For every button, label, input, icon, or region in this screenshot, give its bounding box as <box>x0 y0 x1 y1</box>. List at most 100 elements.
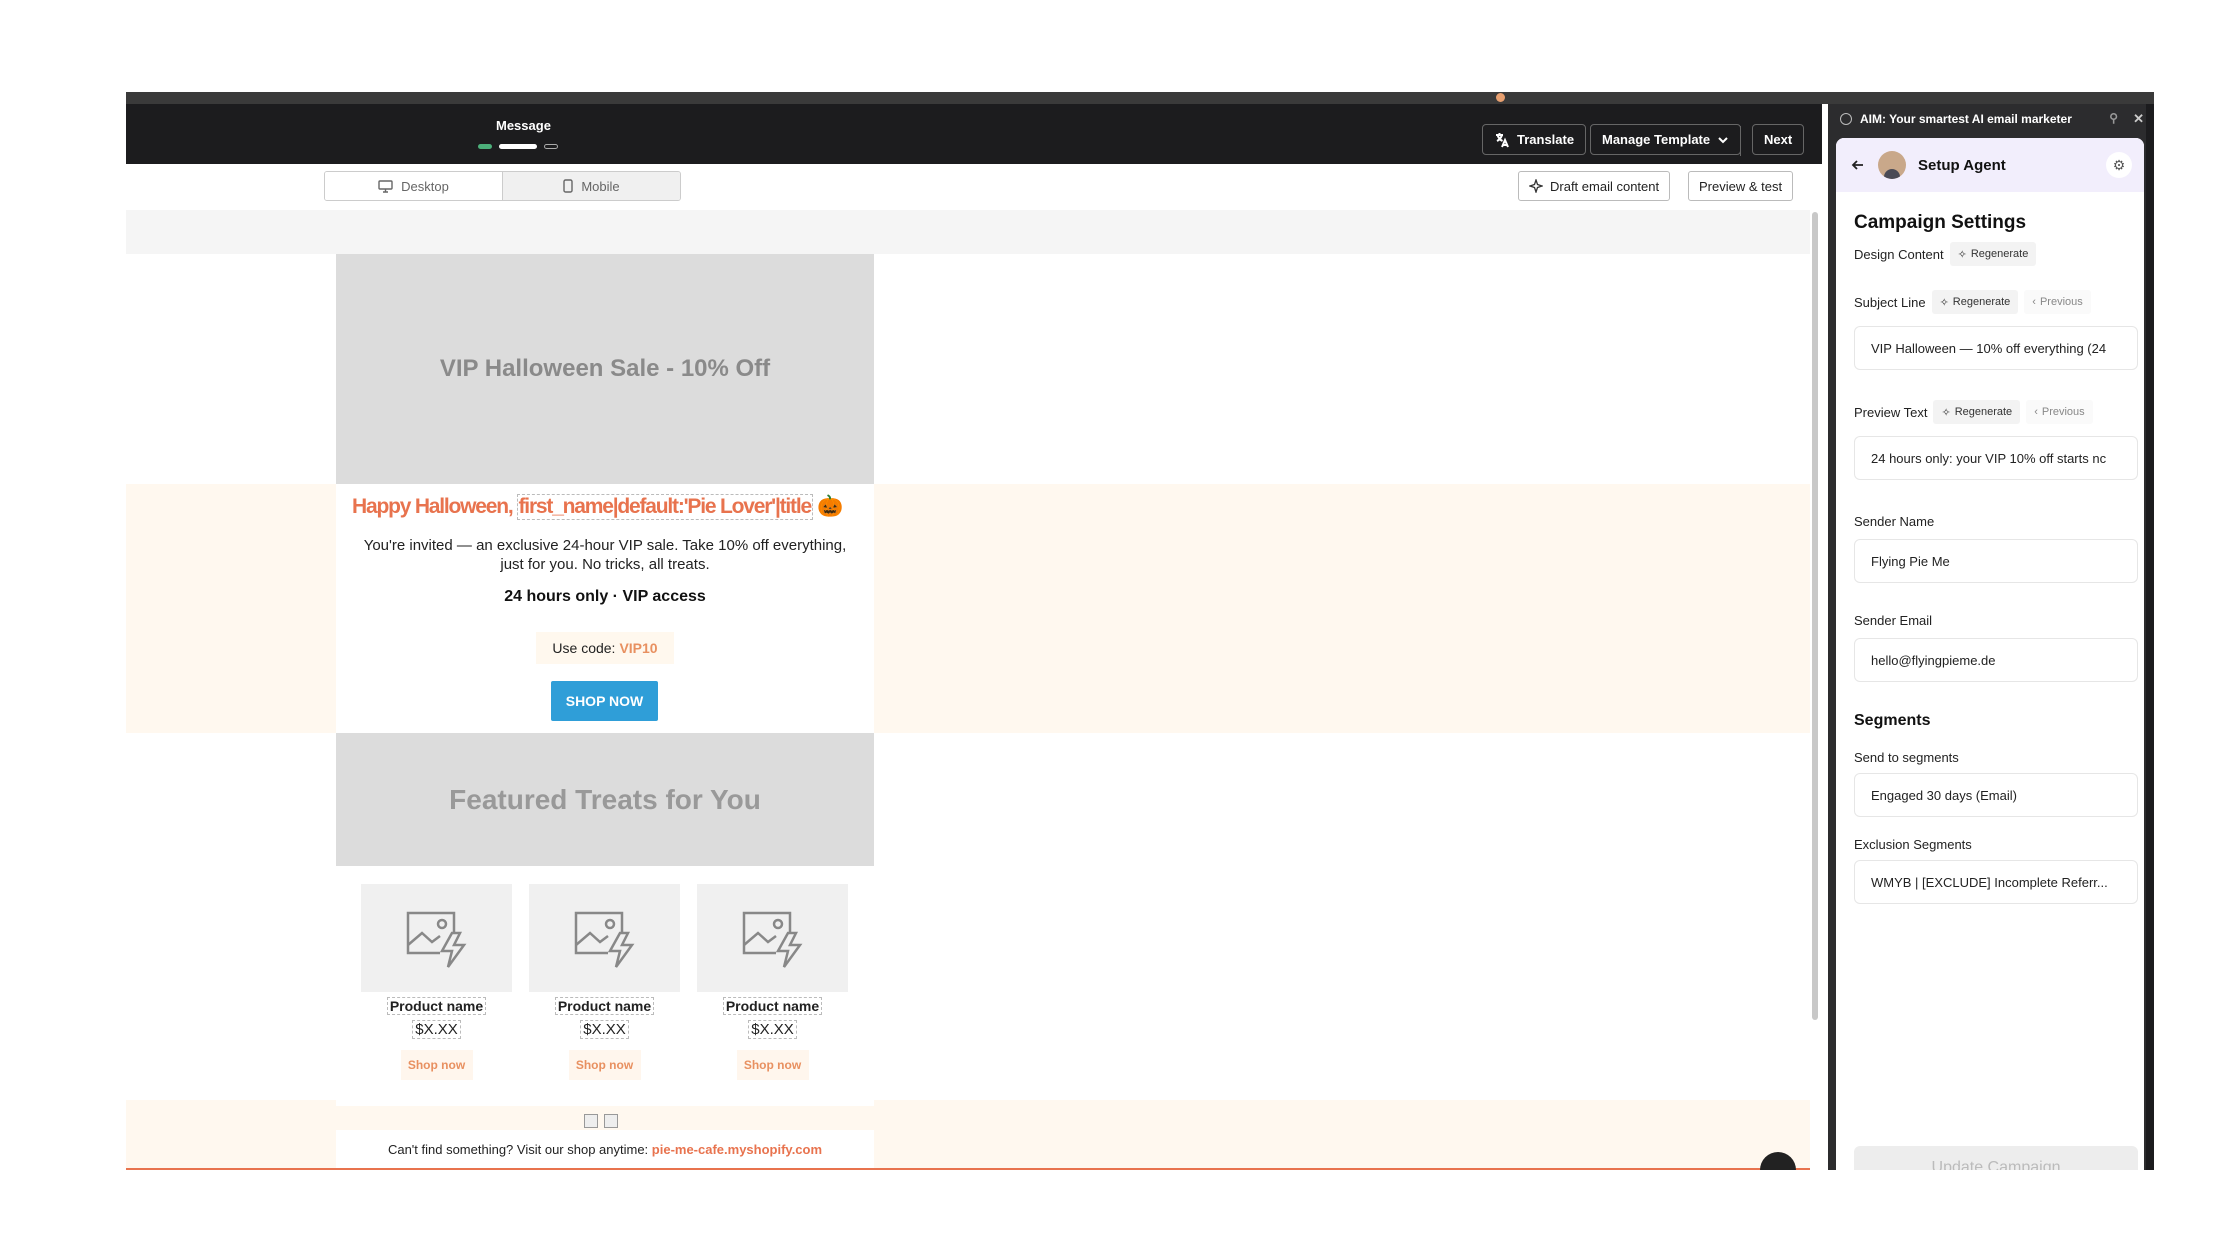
product-shop-button[interactable]: Shop now <box>568 1050 641 1080</box>
greeting-prefix: Happy Halloween, <box>352 495 514 518</box>
sparkle-icon <box>1529 179 1543 193</box>
canvas-scrollbar[interactable] <box>1812 212 1818 1020</box>
desktop-tab[interactable]: Desktop <box>325 172 503 200</box>
subject-line-field[interactable]: VIP Halloween — 10% off everything (24 <box>1854 326 2138 370</box>
ai-panel: AIM: Your smartest AI email marketer ⚲ ✕… <box>1828 104 2154 1170</box>
email-canvas: VIP Halloween Sale - 10% Off Happy Hallo… <box>126 210 1810 1170</box>
product-price: $X.XX <box>748 1020 797 1039</box>
subject-line-label: Subject Line <box>1854 294 1926 310</box>
exclusion-segments-label: Exclusion Segments <box>1854 837 1972 852</box>
segments-heading: Segments <box>1854 712 1931 729</box>
greeting-variable[interactable]: first_name|default:'Pie Lover'|title <box>516 494 813 520</box>
preview-text-field[interactable]: 24 hours only: your VIP 10% off starts n… <box>1854 436 2138 480</box>
broken-image-icon[interactable] <box>604 1114 618 1128</box>
sender-email-field[interactable]: hello@flyingpieme.de <box>1854 638 2138 682</box>
shop-now-button[interactable]: SHOP NOW <box>551 681 658 721</box>
draft-email-content-button[interactable]: Draft email content <box>1518 171 1671 201</box>
code-value: VIP10 <box>619 640 658 656</box>
close-icon[interactable]: ✕ <box>2133 111 2144 127</box>
preview-text-label: Preview Text <box>1854 404 1928 420</box>
translate-icon <box>1496 132 1509 147</box>
sparkle-icon: ✧ <box>1939 296 1949 309</box>
step-3[interactable] <box>544 144 558 149</box>
greeting-heading[interactable]: Happy Halloween, first_name|default:'Pie… <box>352 494 843 520</box>
mobile-label: Mobile <box>581 178 620 194</box>
editor-header: Message Translate Manage Template Next <box>126 104 1822 164</box>
invite-text: You're invited — an exclusive 24-hour VI… <box>363 537 847 573</box>
ai-panel-content: Setup Agent ⚙ Campaign Settings Design C… <box>1836 138 2144 1170</box>
status-dot <box>1496 93 1505 102</box>
translate-button[interactable]: Translate <box>1482 124 1587 155</box>
regenerate-subject-button[interactable]: ✧ Regenerate <box>1931 290 2019 314</box>
regenerate-label: Regenerate <box>1954 406 2013 418</box>
back-arrow-icon[interactable] <box>1850 157 1866 173</box>
view-toggle: Desktop Mobile <box>324 171 681 201</box>
product-name: Product name <box>722 997 823 1015</box>
ai-logo-icon <box>1840 113 1852 125</box>
app-window: Message Translate Manage Template Next D… <box>126 92 2154 1170</box>
image-placeholder-icon <box>361 884 512 992</box>
regenerate-label: Regenerate <box>1952 296 2011 308</box>
product-name: Product name <box>386 997 487 1015</box>
sender-name-field[interactable]: Flying Pie Me <box>1854 539 2138 583</box>
divider <box>1740 126 1741 156</box>
product-card[interactable]: Product name $X.XX Shop now <box>697 884 848 1080</box>
next-button[interactable]: Next <box>1752 124 1805 155</box>
social-icons <box>584 1114 618 1128</box>
preview-test-button[interactable]: Preview & test <box>1688 171 1794 201</box>
translate-label: Translate <box>1517 132 1575 147</box>
intro-block[interactable]: Happy Halloween, first_name|default:'Pie… <box>336 484 874 733</box>
previous-subject-button[interactable]: ‹ Previous <box>2024 290 2091 314</box>
design-content-label: Design Content <box>1854 246 1944 262</box>
image-placeholder-icon <box>697 884 848 992</box>
send-to-segments-field[interactable]: Engaged 30 days (Email) <box>1854 773 2138 817</box>
featured-heading-block[interactable]: Featured Treats for You <box>336 733 874 866</box>
campaign-settings: Campaign Settings Design Content ✧ Regene… <box>1854 212 2138 904</box>
hours-text: 24 hours only · VIP access <box>504 588 706 605</box>
product-card[interactable]: Product name $X.XX Shop now <box>361 884 512 1080</box>
product-price: $X.XX <box>412 1020 461 1039</box>
avatar <box>1878 151 1906 179</box>
ai-nav-bar: Setup Agent ⚙ <box>1836 138 2144 192</box>
canvas-top-band <box>126 210 1810 254</box>
step-1[interactable] <box>478 144 492 149</box>
canvas-bottom-border <box>126 1168 1810 1170</box>
preview-text-row: Preview Text ✧ Regenerate ‹ Previous <box>1854 400 2134 424</box>
gear-icon[interactable]: ⚙ <box>2106 152 2132 178</box>
broken-image-icon[interactable] <box>584 1114 598 1128</box>
step-2[interactable] <box>499 144 537 149</box>
product-name: Product name <box>554 997 655 1015</box>
regenerate-preview-button[interactable]: ✧ Regenerate <box>1933 400 2021 424</box>
ai-panel-header: AIM: Your smartest AI email marketer ⚲ ✕ <box>1828 104 2154 134</box>
window-edge <box>2146 104 2154 1170</box>
subject-line-row: Subject Line ✧ Regenerate ‹ Previous <box>1854 290 2134 314</box>
chevron-down-icon <box>1718 136 1728 143</box>
product-shop-button[interactable]: Shop now <box>400 1050 473 1080</box>
manage-template-button[interactable]: Manage Template <box>1590 124 1742 155</box>
send-to-segments-label: Send to segments <box>1854 750 1959 765</box>
sender-email-label: Sender Email <box>1854 613 1933 628</box>
footer-note: Can't find something? Visit our shop any… <box>336 1130 874 1170</box>
product-shop-button[interactable]: Shop now <box>736 1050 809 1080</box>
pumpkin-icon: 🎃 <box>816 495 843 518</box>
previous-preview-button[interactable]: ‹ Previous <box>2026 400 2093 424</box>
desktop-label: Desktop <box>401 178 449 194</box>
tab-title: Message <box>496 118 551 133</box>
design-content-row: Design Content ✧ Regenerate <box>1854 242 2134 266</box>
setup-agent-title: Setup Agent <box>1918 156 2006 174</box>
draft-label: Draft email content <box>1550 178 1660 194</box>
exclusion-segments-field[interactable]: WMYB | [EXCLUDE] Incomplete Referr... <box>1854 860 2138 904</box>
sparkle-icon: ✧ <box>1941 406 1951 419</box>
mobile-tab[interactable]: Mobile <box>503 172 680 200</box>
regenerate-design-button[interactable]: ✧ Regenerate <box>1949 242 2037 266</box>
update-campaign-button[interactable]: Update Campaign <box>1854 1146 2138 1170</box>
product-card[interactable]: Product name $X.XX Shop now <box>529 884 680 1080</box>
phone-icon <box>563 179 574 193</box>
ai-panel-title: AIM: Your smartest AI email marketer <box>1860 112 2072 126</box>
code-prefix: Use code: <box>552 640 616 656</box>
footer-link[interactable]: pie-me-cafe.myshopify.com <box>652 1142 822 1157</box>
hero-block[interactable]: VIP Halloween Sale - 10% Off <box>336 254 874 484</box>
product-grid: Product name $X.XX Shop now Product name… <box>336 866 874 1106</box>
pin-icon[interactable]: ⚲ <box>2109 111 2118 125</box>
campaign-settings-heading: Campaign Settings <box>1854 212 2027 233</box>
